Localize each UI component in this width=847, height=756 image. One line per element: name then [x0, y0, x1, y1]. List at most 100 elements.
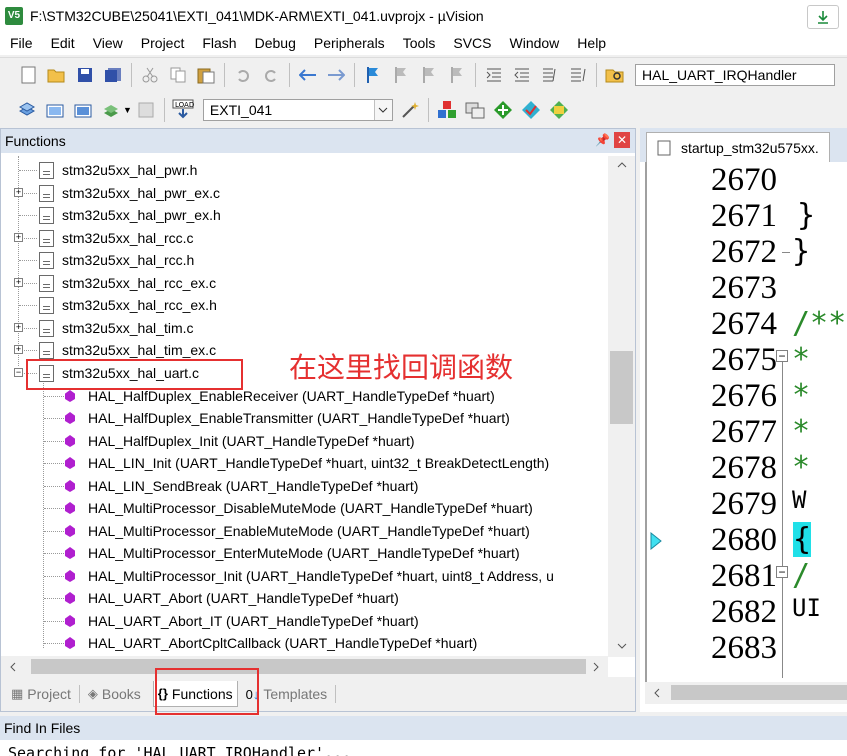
scroll-right-icon[interactable] [593, 662, 599, 672]
tree-function-row[interactable]: HAL_LIN_SendBreak (UART_HandleTypeDef *h… [65, 475, 418, 497]
find-in-files-icon[interactable] [604, 64, 626, 86]
tree-file-row[interactable]: stm32u5xx_hal_tim_ex.c [39, 339, 216, 361]
tree-function-row[interactable]: HAL_MultiProcessor_EnterMuteMode (UART_H… [65, 542, 520, 564]
menu-window[interactable]: Window [500, 35, 568, 51]
menu-tools[interactable]: Tools [393, 35, 444, 51]
menu-peripherals[interactable]: Peripherals [304, 35, 393, 51]
redo-icon[interactable] [260, 64, 282, 86]
tree-function-row[interactable]: HAL_UART_Abort (UART_HandleTypeDef *huar… [65, 587, 399, 609]
find-combo[interactable]: HAL_UART_IRQHandler [635, 64, 835, 86]
code-line: 2671 } [711, 198, 816, 234]
menu-svcs[interactable]: SVCS [443, 35, 499, 51]
tree-file-row[interactable]: stm32u5xx_hal_pwr.h [39, 159, 197, 181]
chevron-down-icon[interactable] [373, 100, 392, 120]
file-extensions-icon[interactable] [464, 99, 486, 121]
menu-view[interactable]: View [83, 35, 131, 51]
batch-build-icon[interactable] [100, 99, 122, 121]
editor-horizontal-scrollbar[interactable] [645, 682, 847, 704]
copy-icon[interactable] [167, 64, 189, 86]
fold-minus-icon[interactable]: − [776, 566, 788, 578]
c-file-icon [39, 161, 54, 179]
rte-icon[interactable] [548, 99, 570, 121]
new-file-icon[interactable] [18, 64, 40, 86]
expand-plus-icon[interactable]: + [14, 278, 23, 287]
download-button[interactable] [807, 5, 839, 29]
scrollbar-thumb[interactable] [671, 685, 847, 700]
tree-function-row[interactable]: HAL_UART_AbortCpltCallback (UART_HandleT… [65, 632, 477, 654]
nav-back-icon[interactable] [297, 64, 319, 86]
toolbar-separator [354, 63, 355, 87]
find-in-files-output: Searching for 'HAL_UART_IRQHandler'... [0, 740, 847, 756]
bookmark-icon[interactable] [362, 64, 384, 86]
close-icon[interactable]: ✕ [614, 132, 630, 148]
stop-build-icon[interactable] [135, 99, 157, 121]
scroll-down-icon[interactable] [617, 643, 627, 649]
bookmark-prev-icon[interactable] [390, 64, 412, 86]
menu-edit[interactable]: Edit [41, 35, 83, 51]
expand-plus-icon[interactable]: + [14, 233, 23, 242]
pack-installer-icon[interactable] [492, 99, 514, 121]
bookmark-clear-icon[interactable] [446, 64, 468, 86]
save-all-icon[interactable] [102, 64, 124, 86]
tree-file-row[interactable]: stm32u5xx_hal_tim.c [39, 317, 194, 339]
uncomment-icon[interactable] [567, 64, 589, 86]
tab-books[interactable]: ◈ Books [84, 681, 145, 707]
select-packs-icon[interactable] [520, 99, 542, 121]
expand-plus-icon[interactable]: + [14, 345, 23, 354]
tree-file-row[interactable]: stm32u5xx_hal_rcc.h [39, 249, 194, 271]
tree-function-row[interactable]: HAL_HalfDuplex_Init (UART_HandleTypeDef … [65, 430, 415, 452]
expand-plus-icon[interactable]: + [14, 188, 23, 197]
scroll-left-icon[interactable] [654, 688, 660, 698]
target-options-wand-icon[interactable] [399, 99, 421, 121]
editor-tab-startup[interactable]: startup_stm32u575xx. [646, 132, 830, 162]
tab-project[interactable]: ▦ Project [7, 681, 75, 707]
tree-file-row[interactable]: stm32u5xx_hal_pwr_ex.c [39, 182, 220, 204]
save-icon[interactable] [74, 64, 96, 86]
tree-file-row[interactable]: stm32u5xx_hal_pwr_ex.h [39, 204, 221, 226]
open-folder-icon[interactable] [46, 64, 68, 86]
load-download-icon[interactable]: LOAD [172, 99, 194, 121]
collapse-minus-icon[interactable]: − [14, 368, 23, 377]
pin-icon[interactable]: 📌 [595, 133, 610, 147]
menu-debug[interactable]: Debug [245, 35, 304, 51]
comment-icon[interactable] [539, 64, 561, 86]
tree-function-row[interactable]: HAL_HalfDuplex_EnableTransmitter (UART_H… [65, 407, 510, 429]
tree-file-row[interactable]: stm32u5xx_hal_rcc.c [39, 227, 194, 249]
scrollbar-thumb[interactable] [31, 659, 586, 674]
tree-function-row[interactable]: HAL_UART_Abort_IT (UART_HandleTypeDef *h… [65, 610, 419, 632]
tree-function-row[interactable]: HAL_MultiProcessor_EnableMuteMode (UART_… [65, 520, 530, 542]
menu-project[interactable]: Project [131, 35, 193, 51]
tree-file-row[interactable]: stm32u5xx_hal_rcc_ex.h [39, 294, 217, 316]
scroll-up-icon[interactable] [617, 162, 627, 168]
nav-forward-icon[interactable] [325, 64, 347, 86]
scroll-left-icon[interactable] [10, 662, 16, 672]
tree-horizontal-scrollbar[interactable] [1, 656, 608, 677]
menu-help[interactable]: Help [567, 35, 614, 51]
tree-function-row[interactable]: HAL_MultiProcessor_DisableMuteMode (UART… [65, 497, 533, 519]
target-combo[interactable]: EXTI_041 [202, 99, 393, 121]
bookmark-next-icon[interactable] [418, 64, 440, 86]
indent-icon[interactable] [483, 64, 505, 86]
unindent-icon[interactable] [511, 64, 533, 86]
tree-function-row[interactable]: HAL_MultiProcessor_Init (UART_HandleType… [65, 565, 554, 587]
tree-function-row[interactable]: HAL_LIN_Init (UART_HandleTypeDef *huart,… [65, 452, 549, 474]
toolbar-separator [131, 63, 132, 87]
rebuild-icon[interactable] [72, 99, 94, 121]
fold-minus-icon[interactable]: − [776, 350, 788, 362]
expand-plus-icon[interactable]: + [14, 323, 23, 332]
menu-flash[interactable]: Flash [192, 35, 244, 51]
batch-dropdown-arrow[interactable]: ▼ [123, 105, 132, 115]
build-icon[interactable] [44, 99, 66, 121]
translate-icon[interactable] [16, 99, 38, 121]
undo-icon[interactable] [232, 64, 254, 86]
manage-components-icon[interactable] [436, 99, 458, 121]
tree-file-row[interactable]: stm32u5xx_hal_rcc_ex.c [39, 272, 216, 294]
c-file-icon [39, 184, 54, 202]
paste-icon[interactable] [195, 64, 217, 86]
tree-vertical-scrollbar[interactable] [608, 156, 635, 657]
menu-file[interactable]: File [0, 35, 41, 51]
scrollbar-thumb[interactable] [610, 351, 633, 424]
editor-code-area[interactable]: 2670 2671 } 2672} 2673 2674/** 2675 * 26… [645, 162, 847, 682]
c-file-icon [39, 206, 54, 224]
cut-icon[interactable] [139, 64, 161, 86]
